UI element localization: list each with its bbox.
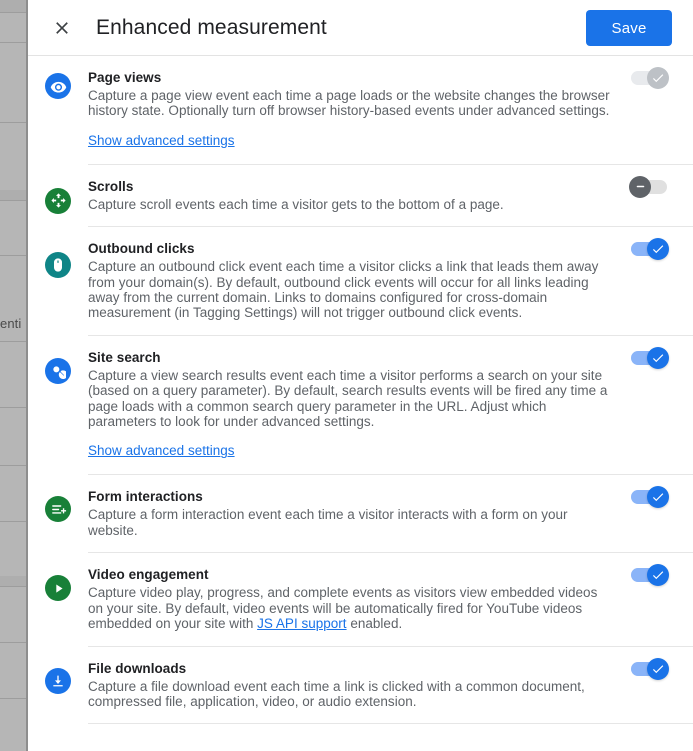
desc-part-2: enabled. (346, 616, 403, 632)
form-add-icon (45, 496, 71, 523)
setting-row-outbound-clicks: Outbound clicks Capture an outbound clic… (28, 226, 693, 335)
settings-list: Page views Capture a page view event eac… (28, 56, 693, 725)
setting-description: Capture a view search results event each… (88, 367, 608, 430)
toggle-video-engagement[interactable] (631, 564, 669, 587)
row-texts: Scrolls Capture scroll events each time … (88, 178, 631, 212)
show-advanced-settings-link[interactable]: Show advanced settings (88, 443, 235, 458)
setting-row-page-views: Page views Capture a page view event eac… (28, 56, 693, 164)
toggle-knob (647, 486, 669, 509)
backdrop-row (0, 341, 28, 407)
backdrop-row (0, 42, 28, 122)
enhanced-measurement-dialog: Enhanced measurement Save Page views Cap… (28, 0, 693, 751)
show-advanced-settings-link[interactable]: Show advanced settings (88, 133, 235, 148)
row-texts: Site search Capture a view search result… (88, 349, 631, 461)
play-icon (45, 575, 71, 602)
backdrop-row (0, 698, 28, 751)
check-icon (651, 71, 665, 85)
dialog-title: Enhanced measurement (96, 16, 327, 39)
backdrop-row (0, 200, 28, 255)
setting-description: Capture an outbound click event each tim… (88, 259, 599, 321)
toggle-site-search[interactable] (631, 346, 669, 369)
row-toggle-container (631, 564, 693, 587)
close-icon (52, 18, 72, 38)
setting-row-file-downloads: File downloads Capture a file download e… (28, 645, 693, 724)
setting-description: Capture a file download event each time … (88, 678, 585, 709)
check-icon (651, 242, 665, 256)
backdrop-row (0, 12, 28, 42)
backdrop-row (0, 521, 28, 576)
setting-row-form-interactions: Form interactions Capture a form interac… (28, 474, 693, 552)
row-texts: Page views Capture a page view event eac… (88, 69, 631, 150)
setting-title: Scrolls (88, 178, 134, 194)
row-toggle-container (631, 486, 693, 509)
row-texts: File downloads Capture a file download e… (88, 660, 631, 710)
backdrop-band (0, 576, 28, 586)
check-icon (651, 568, 665, 582)
backdrop-row (0, 407, 28, 465)
backdrop-row (0, 465, 28, 521)
row-toggle-container (631, 67, 693, 89)
setting-description: Capture video play, progress, and comple… (88, 585, 613, 631)
row-toggle-container (631, 657, 693, 680)
setting-title: Form interactions (88, 489, 203, 505)
backdrop-band (0, 0, 28, 12)
setting-title: File downloads (88, 660, 187, 676)
row-body: Site search Capture a view search result… (88, 334, 693, 475)
list-end-divider (88, 723, 693, 725)
eye-icon (45, 73, 71, 99)
row-texts: Outbound clicks Capture an outbound clic… (88, 240, 631, 321)
save-button[interactable]: Save (586, 10, 672, 46)
setting-row-scrolls: Scrolls Capture scroll events each time … (28, 163, 693, 226)
close-button[interactable] (42, 8, 82, 48)
backdrop-row (0, 642, 28, 698)
download-icon (45, 667, 71, 694)
row-body: Outbound clicks Capture an outbound clic… (88, 226, 693, 335)
row-toggle-container (629, 175, 693, 198)
row-body: Form interactions Capture a form interac… (88, 474, 693, 552)
toggle-form-interactions[interactable] (631, 486, 669, 509)
toggle-knob (647, 564, 669, 587)
setting-row-site-search: Site search Capture a view search result… (28, 334, 693, 475)
mouse-click-icon (45, 252, 71, 279)
toggle-outbound-clicks[interactable] (631, 238, 669, 261)
toggle-page-views (631, 67, 669, 89)
setting-title: Video engagement (88, 567, 209, 583)
row-toggle-container (631, 238, 693, 261)
setting-row-video-engagement: Video engagement Capture video play, pro… (28, 552, 693, 645)
row-body: Video engagement Capture video play, pro… (88, 552, 693, 645)
row-toggle-container (631, 346, 693, 369)
row-body: Scrolls Capture scroll events each time … (88, 163, 693, 226)
check-icon (651, 662, 665, 676)
setting-description: Capture scroll events each time a visito… (88, 196, 504, 212)
toggle-knob (647, 657, 669, 680)
search-icon (45, 357, 71, 384)
setting-description: Capture a form interaction event each ti… (88, 507, 568, 538)
check-icon (651, 351, 665, 365)
toggle-file-downloads[interactable] (631, 657, 669, 680)
setting-title: Site search (88, 349, 161, 365)
js-api-support-link[interactable]: JS API support (257, 616, 346, 631)
toggle-knob (647, 238, 669, 261)
toggle-knob (647, 346, 669, 369)
row-body: Page views Capture a page view event eac… (88, 56, 693, 164)
page-backdrop-dimmed: enti (0, 0, 28, 751)
toggle-knob (647, 67, 669, 89)
row-texts: Form interactions Capture a form interac… (88, 488, 631, 538)
minus-icon (634, 180, 647, 193)
backdrop-band (0, 190, 28, 200)
scroll-move-icon (45, 187, 71, 214)
check-icon (651, 490, 665, 504)
row-body: File downloads Capture a file download e… (88, 645, 693, 724)
backdrop-row (0, 122, 28, 190)
dialog-header: Enhanced measurement Save (28, 0, 693, 56)
setting-description: Capture a page view event each time a pa… (88, 88, 610, 119)
backdrop-row (0, 586, 28, 642)
setting-title: Page views (88, 70, 162, 85)
row-texts: Video engagement Capture video play, pro… (88, 566, 631, 631)
toggle-scrolls (629, 175, 667, 198)
setting-title: Outbound clicks (88, 241, 195, 257)
toggle-knob (629, 175, 651, 198)
backdrop-partial-text: enti (0, 316, 22, 331)
